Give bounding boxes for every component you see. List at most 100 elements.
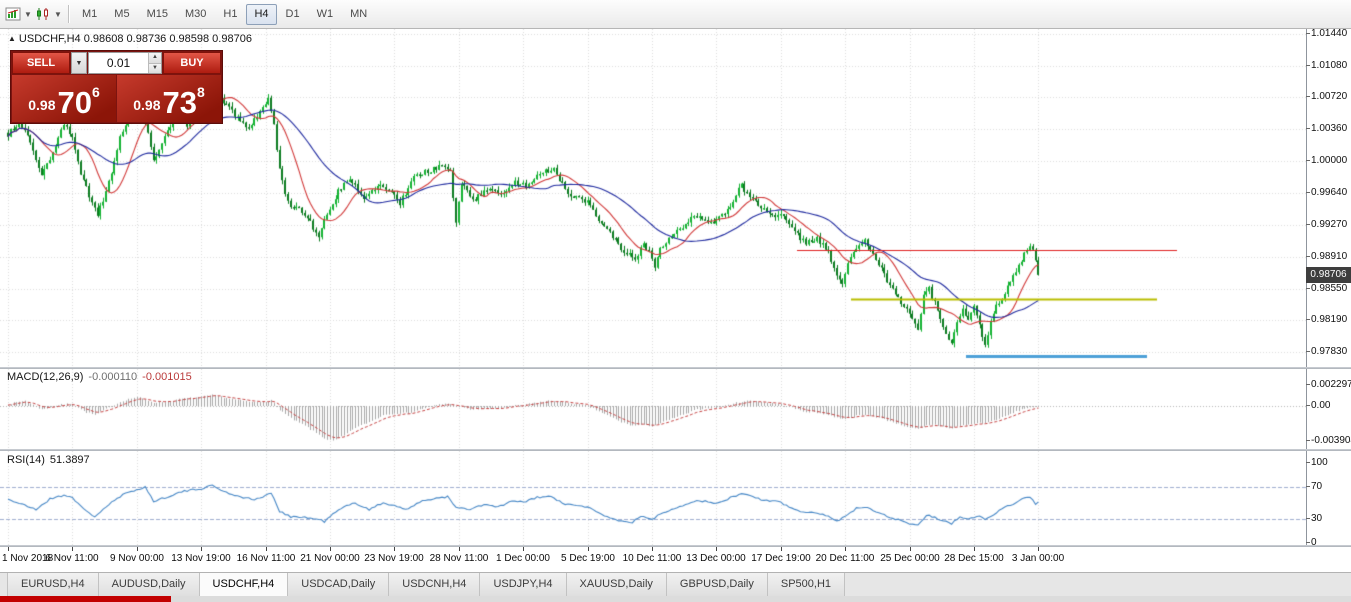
time-axis-label: 3 Jan 00:00 [1012,553,1064,564]
chart-tab-audusd[interactable]: AUDUSD,Daily [99,573,200,596]
timeframe-m15[interactable]: M15 [139,4,176,25]
timeframe-h4[interactable]: H4 [246,4,276,25]
rsi-scale-label: 70 [1311,481,1322,493]
volume-decrease-button[interactable]: ▼ [149,64,161,74]
chart-window-icon[interactable] [3,4,23,24]
rsi-scale-label: 30 [1311,513,1322,525]
chevron-down-icon[interactable]: ▼ [53,4,63,24]
time-axis-tick [716,547,717,551]
rsi-scale-label: 0 [1311,537,1317,549]
one-click-trading-panel: SELL ▼ ▲ ▼ BUY 0.98706 0.98738 [10,50,223,124]
chart-tab-gbpusd[interactable]: GBPUSD,Daily [667,573,768,596]
chart-marker-icon: ▲ [8,34,16,43]
timeframe-w1[interactable]: W1 [309,4,342,25]
volume-dropdown-button[interactable]: ▼ [71,52,87,74]
panel-separator[interactable] [0,449,1351,451]
macd-scale-label: 0.002297 [1311,379,1351,391]
sell-button[interactable]: SELL [12,52,70,74]
price-scale-label: 1.00360 [1311,123,1347,135]
rsi-name: RSI(14) [7,454,45,466]
price-scale-label: 0.99640 [1311,187,1347,199]
timeframe-m30[interactable]: M30 [177,4,214,25]
time-axis[interactable]: 1 Nov 20186 Nov 11:009 Nov 00:0013 Nov 1… [0,547,1351,572]
time-axis-tick [974,547,975,551]
time-axis-tick [394,547,395,551]
time-axis-tick [781,547,782,551]
timeframe-h1[interactable]: H1 [215,4,245,25]
time-axis-label: 20 Dec 11:00 [816,553,875,564]
time-axis-label: 16 Nov 11:00 [237,553,296,564]
chevron-down-icon[interactable]: ▼ [23,4,33,24]
volume-input[interactable] [89,53,148,73]
chart-type-icon[interactable] [33,4,53,24]
chart-tab-usdchf[interactable]: USDCHF,H4 [200,573,289,596]
panel-separator[interactable] [0,367,1351,369]
volume-field: ▲ ▼ [88,52,162,74]
buy-price-sup: 8 [197,84,205,100]
time-axis-label: 13 Nov 19:00 [171,553,231,564]
time-axis-label: 6 Nov 11:00 [45,553,98,564]
symbol-info: ▲USDCHF,H4 0.98608 0.98736 0.98598 0.987… [8,33,252,45]
time-axis-tick [523,547,524,551]
buy-price-big: 73 [162,87,196,118]
price-scale-label: 1.01080 [1311,60,1347,72]
time-axis-tick [845,547,846,551]
time-axis-tick [910,547,911,551]
time-axis-label: 28 Nov 11:00 [430,553,489,564]
price-scale-label: 0.99270 [1311,219,1347,231]
macd-scale-label: 0.00 [1311,400,1330,412]
panel-separator[interactable] [0,545,1351,547]
rsi-panel[interactable] [0,451,1306,545]
bottom-red-strip [0,596,171,602]
macd-value-main: -0.000110 [88,371,137,383]
time-axis-label: 28 Dec 15:00 [944,553,1004,564]
time-axis-label: 21 Nov 00:00 [300,553,360,564]
time-axis-tick [588,547,589,551]
chart-tab-sp500[interactable]: SP500,H1 [768,573,845,596]
price-scale-label: 1.00720 [1311,91,1347,103]
mt4-window: ▼ ▼ M1M5M15M30H1H4D1W1MN 0.98706 ▲USDCHF… [0,0,1351,602]
chart-tab-usdcad[interactable]: USDCAD,Daily [288,573,389,596]
ohlc-values: 0.98608 0.98736 0.98598 0.98706 [84,33,252,45]
sell-price-tile[interactable]: 0.98706 [12,75,116,122]
sell-price-sup: 6 [92,84,100,100]
time-axis-tick [8,547,9,551]
toolbar: ▼ ▼ M1M5M15M30H1H4D1W1MN [0,0,1351,29]
time-axis-tick [266,547,267,551]
time-axis-label: 17 Dec 19:00 [751,553,811,564]
time-axis-tick [330,547,331,551]
sell-price-base: 0.98 [28,97,55,113]
macd-scale-label: -0.003904 [1311,435,1351,447]
chart-tabs: EURUSD,H4AUDUSD,DailyUSDCHF,H4USDCAD,Dai… [0,572,1351,596]
rsi-value: 51.3897 [50,454,90,466]
macd-value-signal: -0.001015 [142,371,192,383]
time-axis-label: 10 Dec 11:00 [623,553,682,564]
time-axis-label: 9 Nov 00:00 [110,553,164,564]
timeframe-mn[interactable]: MN [342,4,375,25]
toolbar-separator [68,5,69,23]
price-scale-label: 0.98550 [1311,283,1347,295]
buy-price-tile[interactable]: 0.98738 [117,75,221,122]
volume-increase-button[interactable]: ▲ [149,53,161,64]
chevron-down-icon: ▼ [76,60,83,67]
timeframe-m1[interactable]: M1 [74,4,105,25]
rsi-scale-label: 100 [1311,457,1328,469]
chart-tab-eurusd[interactable]: EURUSD,H4 [7,573,99,596]
macd-panel[interactable] [0,369,1306,449]
time-axis-label: 23 Nov 19:00 [364,553,424,564]
buy-button[interactable]: BUY [163,52,221,74]
time-axis-tick [459,547,460,551]
price-scale-label: 1.00000 [1311,155,1347,167]
price-scale-label: 1.01440 [1311,28,1347,40]
chart-tab-usdjpy[interactable]: USDJPY,H4 [480,573,566,596]
chart-tab-usdcnh[interactable]: USDCNH,H4 [389,573,480,596]
volume-stepper: ▲ ▼ [148,53,161,73]
current-price-badge: 0.98706 [1306,267,1351,283]
macd-name: MACD(12,26,9) [7,371,83,383]
time-axis-tick [72,547,73,551]
time-axis-tick [137,547,138,551]
timeframe-m5[interactable]: M5 [106,4,137,25]
chart-tab-xauusd[interactable]: XAUUSD,Daily [567,573,667,596]
price-scale-label: 0.98910 [1311,251,1347,263]
timeframe-d1[interactable]: D1 [278,4,308,25]
